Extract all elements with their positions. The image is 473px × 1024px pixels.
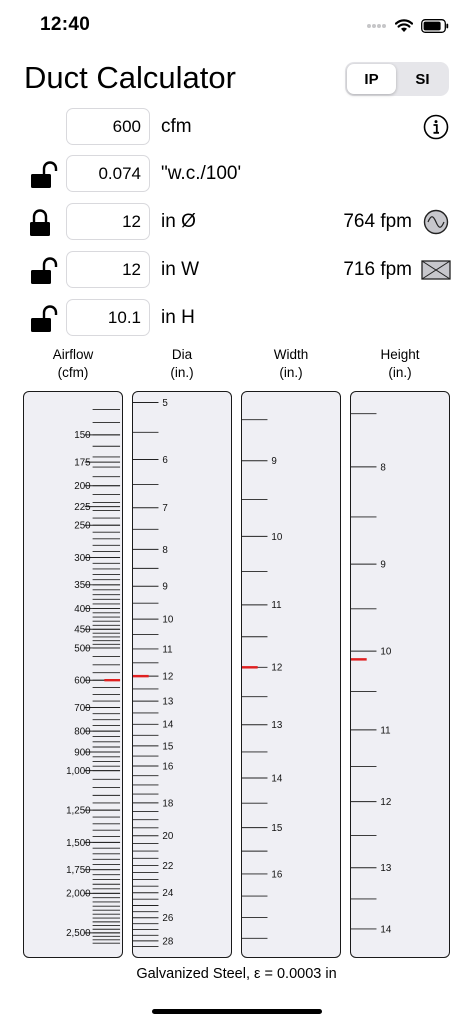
home-indicator[interactable] xyxy=(152,1009,322,1014)
app-title: Duct Calculator xyxy=(24,60,236,95)
rect-duct-velocity: 716 fpm xyxy=(343,259,412,280)
airflow-tick-label: 150 xyxy=(74,430,91,441)
width-unlocked-icon[interactable] xyxy=(30,256,58,286)
diameter-tick-label: 9 xyxy=(162,582,167,593)
material-footer[interactable]: Galvanized Steel, ε = 0.0003 in xyxy=(0,966,473,982)
height-unlocked-icon[interactable] xyxy=(30,304,58,334)
airflow-tick-label: 225 xyxy=(74,502,91,513)
round-duct-icon xyxy=(423,209,449,235)
diameter-tick-label: 15 xyxy=(162,741,173,752)
diameter-tick-label: 7 xyxy=(162,503,167,514)
airflow-tick-label: 200 xyxy=(74,481,91,492)
width-heading-line1: Width xyxy=(273,347,309,362)
width-heading-line2: (in.) xyxy=(279,365,303,380)
width-unit: in W xyxy=(161,259,199,280)
airflow-tick-label: 1,250 xyxy=(66,806,91,817)
airflow-scale-heading: Airflow (cfm) xyxy=(23,346,123,382)
height-tick-label: 12 xyxy=(380,797,391,808)
height-heading-line1: Height xyxy=(380,347,420,362)
airflow-heading-line1: Airflow xyxy=(52,347,94,362)
width-tick-label: 16 xyxy=(271,869,282,880)
height-tick-label: 10 xyxy=(380,647,391,658)
airflow-tick-label: 700 xyxy=(74,703,91,714)
width-tick-label: 15 xyxy=(271,823,282,834)
cellular-signal-icon xyxy=(367,24,386,28)
airflow-input[interactable]: 600 xyxy=(66,108,150,145)
diameter-heading-line1: Dia xyxy=(171,347,193,362)
diameter-tick-label: 16 xyxy=(162,761,173,772)
airflow-unit: cfm xyxy=(161,116,192,137)
height-scale-slider[interactable]: 8 9 10 11 12 13 14 xyxy=(350,391,450,958)
height-input[interactable]: 10.1 xyxy=(66,299,150,336)
airflow-tick-label: 450 xyxy=(74,625,91,636)
width-tick-label: 13 xyxy=(271,720,282,731)
airflow-tick-label: 2,000 xyxy=(66,889,91,900)
wifi-icon xyxy=(395,19,413,32)
height-tick-label: 9 xyxy=(380,560,385,571)
airflow-tick-label: 500 xyxy=(74,643,91,654)
diameter-tick-label: 11 xyxy=(162,644,172,655)
diameter-tick-label: 14 xyxy=(162,720,173,731)
diameter-tick-label: 5 xyxy=(162,398,168,409)
airflow-tick-label: 175 xyxy=(74,458,91,469)
diameter-tick-label: 10 xyxy=(162,615,173,626)
width-tick-label: 10 xyxy=(271,532,282,543)
battery-icon xyxy=(421,19,449,33)
diameter-tick-label: 24 xyxy=(162,888,173,899)
rect-duct-icon xyxy=(421,260,451,280)
diameter-unit: in Ø xyxy=(161,211,196,232)
diameter-tick-label: 22 xyxy=(162,861,173,872)
unit-system-segmented-control[interactable]: IP SI xyxy=(345,62,449,96)
diameter-tick-label: 18 xyxy=(162,798,173,809)
diameter-tick-label: 8 xyxy=(162,545,168,556)
diameter-input[interactable]: 12 xyxy=(66,203,150,240)
info-icon[interactable] xyxy=(423,114,449,140)
airflow-tick-label: 800 xyxy=(74,727,91,738)
diameter-locked-icon[interactable] xyxy=(30,208,58,238)
diameter-heading-line2: (in.) xyxy=(170,365,194,380)
diameter-tick-label: 26 xyxy=(162,913,173,924)
width-scale-slider[interactable]: 9 10 11 12 13 14 15 16 xyxy=(241,391,341,958)
width-tick-label: 12 xyxy=(271,663,282,674)
airflow-tick-label: 300 xyxy=(74,553,91,564)
diameter-tick-label: 13 xyxy=(162,697,173,708)
friction-unit: "w.c./100' xyxy=(161,163,242,184)
diameter-tick-label: 12 xyxy=(162,672,173,683)
airflow-tick-label: 350 xyxy=(74,580,91,591)
height-heading-line2: (in.) xyxy=(388,365,412,380)
status-time: 12:40 xyxy=(40,14,91,35)
airflow-tick-label: 1,750 xyxy=(66,865,91,876)
height-tick-label: 11 xyxy=(380,725,390,736)
diameter-tick-label: 20 xyxy=(162,831,173,842)
width-tick-label: 9 xyxy=(271,456,276,467)
diameter-scale-slider[interactable]: 5 6 7 8 9 10 11 12 13 14 15 16 18 20 22 24 26 28 xyxy=(132,391,232,958)
width-input[interactable]: 12 xyxy=(66,251,150,288)
diameter-scale-heading: Dia (in.) xyxy=(132,346,232,382)
airflow-scale-slider[interactable]: 150 175 200 225 250 300 350 400 450 500 600 700 800 9… xyxy=(23,391,123,958)
friction-input[interactable]: 0.074 xyxy=(66,155,150,192)
height-scale-heading: Height (in.) xyxy=(350,346,450,382)
airflow-tick-label: 2,500 xyxy=(66,928,91,939)
airflow-tick-label: 1,000 xyxy=(66,766,91,777)
height-tick-label: 8 xyxy=(380,462,386,473)
airflow-tick-label: 600 xyxy=(74,676,91,687)
width-tick-label: 14 xyxy=(271,773,282,784)
status-icons xyxy=(367,16,449,36)
airflow-tick-label: 900 xyxy=(74,747,91,758)
round-duct-velocity: 764 fpm xyxy=(343,211,412,232)
airflow-tick-label: 1,500 xyxy=(66,838,91,849)
airflow-tick-label: 250 xyxy=(74,521,91,532)
width-scale-heading: Width (in.) xyxy=(241,346,341,382)
unit-si-option[interactable]: SI xyxy=(398,64,447,94)
airflow-heading-line2: (cfm) xyxy=(57,365,89,380)
airflow-tick-label: 400 xyxy=(74,604,91,615)
height-tick-label: 14 xyxy=(380,924,391,935)
width-tick-label: 11 xyxy=(271,600,281,611)
unit-ip-option[interactable]: IP xyxy=(347,64,396,94)
diameter-tick-label: 28 xyxy=(162,936,173,947)
height-unit: in H xyxy=(161,307,195,328)
height-tick-label: 13 xyxy=(380,863,391,874)
friction-unlocked-icon[interactable] xyxy=(30,160,58,190)
diameter-tick-label: 6 xyxy=(162,455,168,466)
